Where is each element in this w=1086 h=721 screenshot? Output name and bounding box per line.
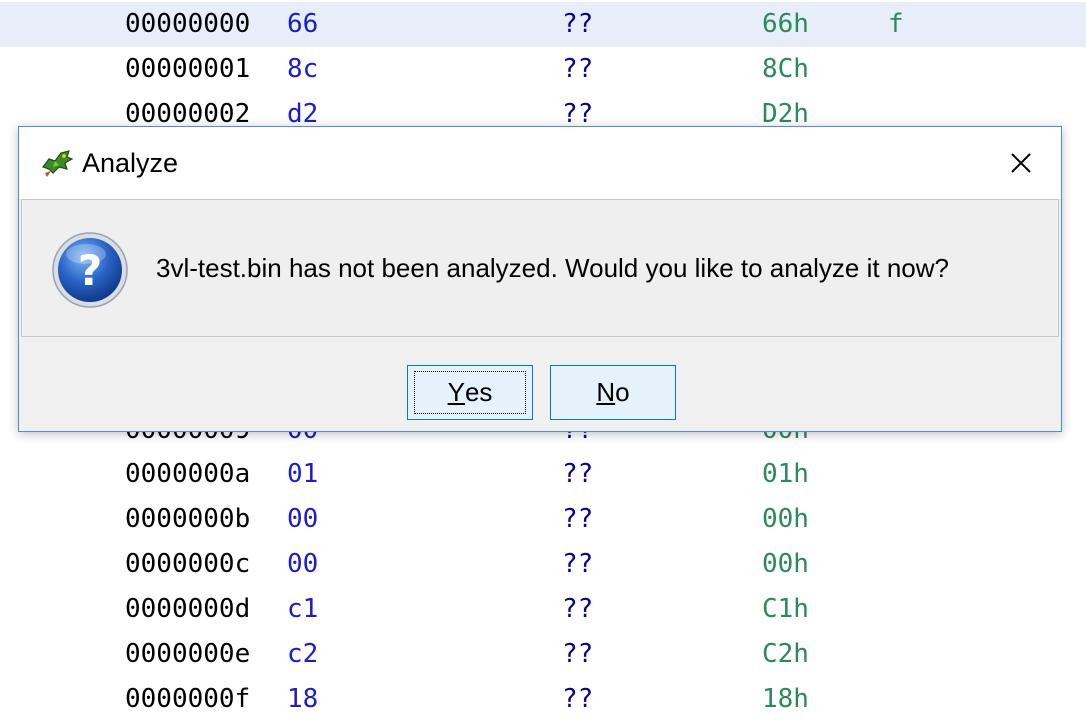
byte-cell: c1 — [287, 594, 319, 624]
undefined-cell: ?? — [562, 54, 594, 84]
hex-value-cell: 01h — [762, 459, 809, 489]
address-cell: 0000000a — [125, 459, 251, 489]
byte-cell: 00 — [287, 504, 319, 534]
undefined-cell: ?? — [562, 549, 594, 579]
listing-row[interactable]: 00000000 66?? 66h f — [0, 2, 1086, 47]
hex-value-cell: C2h — [762, 639, 809, 669]
undefined-cell: ?? — [562, 684, 594, 714]
dialog-title-bar[interactable]: Analyze — [19, 127, 1061, 199]
byte-cell: 66 — [287, 9, 319, 39]
byte-cell: 18 — [287, 684, 319, 714]
address-cell: 00000001 — [125, 54, 251, 84]
undefined-cell: ?? — [562, 9, 594, 39]
byte-cell: 01 — [287, 459, 319, 489]
no-mnemonic: N — [596, 377, 616, 407]
address-cell: 0000000c — [125, 549, 251, 579]
listing-row[interactable]: 0000000e c2?? C2h — [0, 632, 1086, 677]
no-button[interactable]: No — [550, 365, 676, 420]
byte-cell: 00 — [287, 549, 319, 579]
analyze-dialog: Analyze ? 3vl-test.bin has not been anal… — [18, 126, 1062, 432]
close-button[interactable] — [1001, 143, 1041, 183]
address-cell: 0000000b — [125, 504, 251, 534]
no-label: o — [615, 377, 630, 407]
button-bar: Yes No — [19, 337, 1061, 433]
hex-value-cell: 8Ch — [762, 54, 809, 84]
yes-button[interactable]: Yes — [407, 365, 533, 420]
hex-value-cell: 00h — [762, 504, 809, 534]
yes-label: es — [464, 377, 493, 407]
listing-row[interactable]: 0000000b 00?? 00h — [0, 497, 1086, 542]
close-icon — [1011, 153, 1031, 173]
dialog-title: Analyze — [82, 148, 179, 178]
undefined-cell: ?? — [562, 504, 594, 534]
question-icon: ? — [52, 232, 128, 308]
no-button-label: No — [557, 371, 669, 414]
address-cell: 0000000f — [125, 684, 251, 714]
hex-value-cell: 00h — [762, 549, 809, 579]
undefined-cell: ?? — [562, 459, 594, 489]
dragon-icon — [42, 150, 74, 177]
listing-row[interactable]: 0000000c 00?? 00h — [0, 542, 1086, 587]
listing-row[interactable]: 0000000d c1?? C1h — [0, 587, 1086, 632]
listing-row[interactable]: 0000000a 01?? 01h — [0, 452, 1086, 497]
listing-row[interactable]: 00000001 8c?? 8Ch — [0, 47, 1086, 92]
hex-value-cell: 18h — [762, 684, 809, 714]
undefined-cell: ?? — [562, 594, 594, 624]
char-cell: f — [888, 9, 904, 39]
yes-mnemonic: Y — [447, 377, 465, 407]
yes-button-focus: Yes — [414, 371, 526, 414]
address-cell: 00000000 — [125, 9, 251, 39]
byte-cell: c2 — [287, 639, 319, 669]
byte-cell: 8c — [287, 54, 319, 84]
message-panel: ? 3vl-test.bin has not been analyzed. Wo… — [21, 199, 1059, 337]
address-cell: 0000000d — [125, 594, 251, 624]
hex-value-cell: C1h — [762, 594, 809, 624]
dialog-message: 3vl-test.bin has not been analyzed. Woul… — [156, 253, 949, 283]
listing-row[interactable]: 0000000f 18?? 18h — [0, 677, 1086, 721]
undefined-cell: ?? — [562, 639, 594, 669]
svg-text:?: ? — [78, 246, 102, 295]
hex-value-cell: 66h — [762, 9, 809, 39]
address-cell: 0000000e — [125, 639, 251, 669]
